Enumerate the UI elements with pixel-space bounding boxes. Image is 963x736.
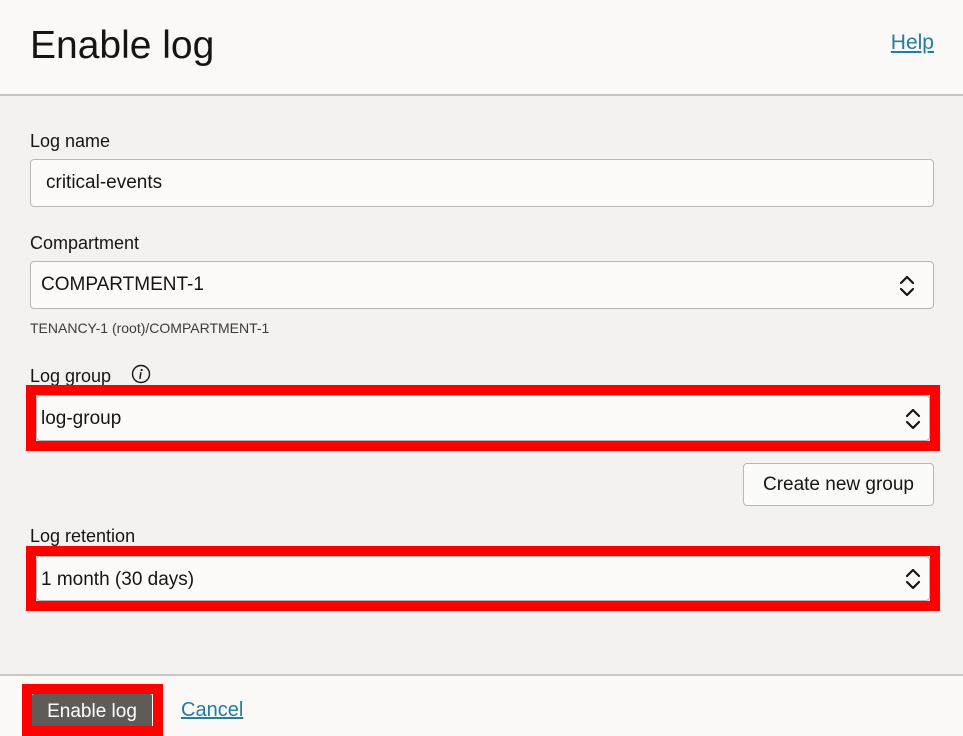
enable-log-dialog: Enable log Help Log name critical-events… [0,0,963,736]
log-group-value: log-group [41,408,122,429]
compartment-select[interactable]: COMPARTMENT-1 [30,261,934,309]
help-link[interactable]: Help [891,31,934,55]
compartment-value: COMPARTMENT-1 [41,274,204,295]
log-group-select[interactable]: log-group [36,395,930,441]
compartment-path-hint: TENANCY-1 (root)/COMPARTMENT-1 [30,320,270,336]
dialog-header: Enable log Help [0,0,963,96]
log-name-label: Log name [30,131,111,151]
cancel-link[interactable]: Cancel [181,699,243,722]
chevron-up-down-icon [899,275,915,297]
log-group-label: Log group [30,366,112,386]
page-title: Enable log [30,24,215,67]
log-name-input[interactable]: critical-events [30,159,934,207]
chevron-up-down-icon [905,408,921,430]
log-retention-label: Log retention [30,526,136,546]
compartment-label: Compartment [30,233,140,253]
create-new-group-button[interactable]: Create new group [743,463,934,506]
enable-log-button[interactable]: Enable log [32,694,152,729]
info-icon[interactable] [131,364,151,384]
chevron-up-down-icon [905,568,921,590]
log-retention-value: 1 month (30 days) [41,569,195,590]
log-retention-select[interactable]: 1 month (30 days) [36,556,930,601]
